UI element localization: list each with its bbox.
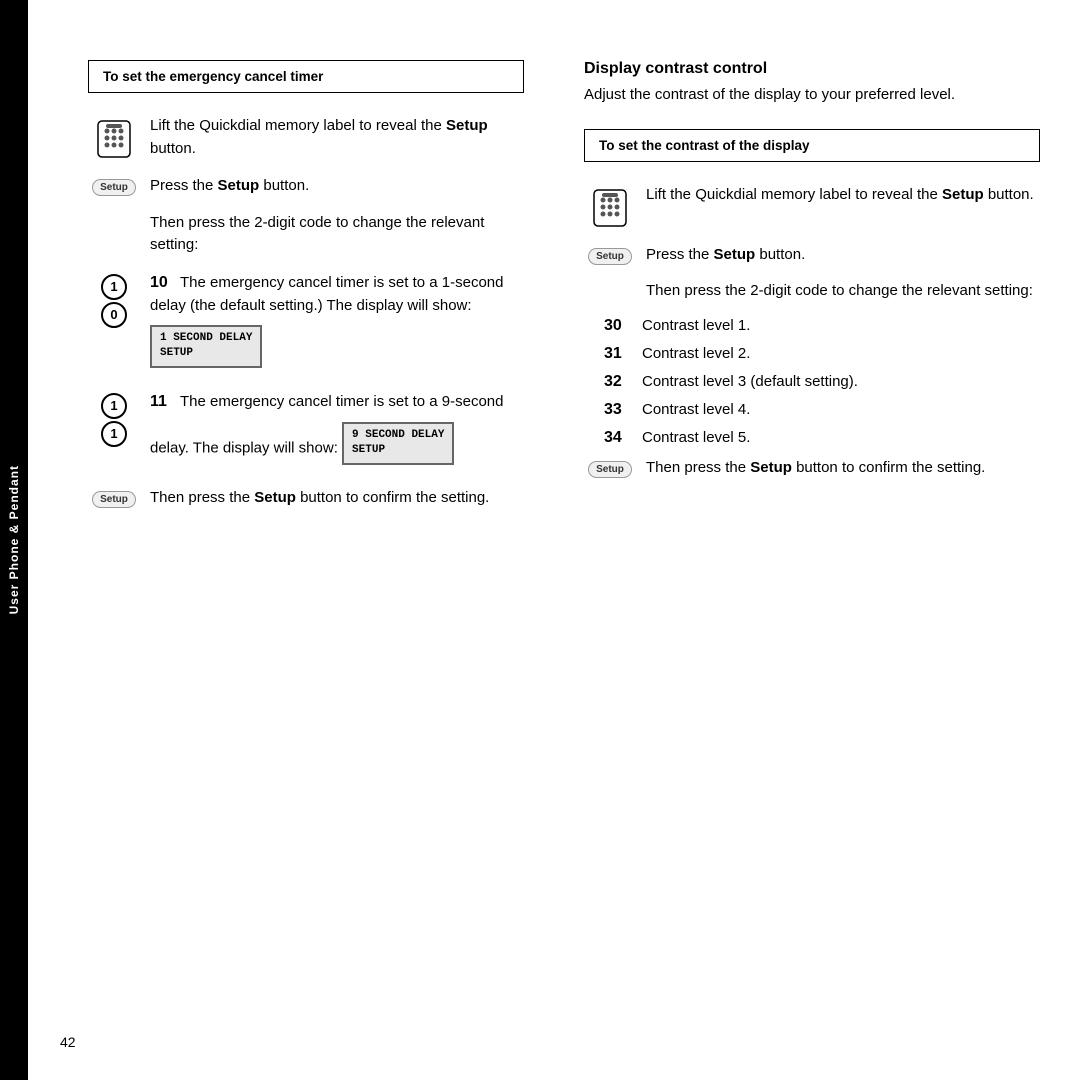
list-item: 34Contrast level 5. bbox=[584, 429, 1040, 447]
display-screen-1: 1 SECOND DELAYSETUP bbox=[150, 325, 262, 368]
icon-cell-empty bbox=[88, 212, 140, 214]
digit-1a: 1 bbox=[101, 393, 127, 419]
list-item: 31Contrast level 2. bbox=[584, 345, 1040, 363]
digit-1b: 1 bbox=[101, 421, 127, 447]
right-icon-cell-phone bbox=[584, 184, 636, 230]
sidebar-label: User Phone & Pendant bbox=[0, 0, 28, 1080]
right-step-confirm: Setup Then press the Setup button to con… bbox=[584, 457, 1040, 480]
right-intro-text: Adjust the contrast of the display to yo… bbox=[584, 84, 1040, 107]
right-quickdial-icon bbox=[588, 186, 632, 230]
digit-1: 1 bbox=[101, 274, 127, 300]
page-number: 42 bbox=[60, 1034, 76, 1050]
right-setup-button-icon: Setup bbox=[588, 248, 632, 265]
display-screen-2: 9 SECOND DELAYSETUP bbox=[342, 422, 454, 465]
step5-text: 11The emergency cancel timer is set to a… bbox=[150, 390, 524, 473]
right-step-row-3: Then press the 2-digit code to change th… bbox=[584, 280, 1040, 303]
setup-confirm-icon: Setup bbox=[92, 491, 136, 508]
icon-cell-setup: Setup bbox=[88, 175, 140, 196]
right-icon-cell-setup: Setup bbox=[584, 244, 636, 265]
icon-cell-setup-confirm: Setup bbox=[88, 487, 140, 508]
left-section-box: To set the emergency cancel timer bbox=[88, 60, 524, 93]
step-row-6: Setup Then press the Setup button to con… bbox=[88, 487, 524, 510]
right-step-row-2: Setup Press the Setup button. bbox=[584, 244, 1040, 267]
step-row-5: 1 1 11The emergency cancel timer is set … bbox=[88, 390, 524, 473]
right-confirm-text: Then press the Setup button to confirm t… bbox=[646, 457, 1040, 480]
left-column: To set the emergency cancel timer bbox=[28, 0, 554, 1080]
right-step2-text: Press the Setup button. bbox=[646, 244, 1040, 267]
step2-text: Press the Setup button. bbox=[150, 175, 524, 198]
step-row: Lift the Quickdial memory label to revea… bbox=[88, 115, 524, 161]
contrast-num-list: 30Contrast level 1. 31Contrast level 2. … bbox=[584, 317, 1040, 447]
list-item: 33Contrast level 4. bbox=[584, 401, 1040, 419]
right-step3-text: Then press the 2-digit code to change th… bbox=[646, 280, 1040, 303]
right-column: Display contrast control Adjust the cont… bbox=[554, 0, 1080, 1080]
icon-cell-digits-10: 1 0 bbox=[88, 271, 140, 329]
step-row-3: Then press the 2-digit code to change th… bbox=[88, 212, 524, 257]
right-section-title: Display contrast control bbox=[584, 60, 1040, 78]
step1-text: Lift the Quickdial memory label to revea… bbox=[150, 115, 524, 160]
setup-button-icon: Setup bbox=[92, 179, 136, 196]
list-item: 32Contrast level 3 (default setting). bbox=[584, 373, 1040, 391]
right-section-box: To set the contrast of the display bbox=[584, 129, 1040, 162]
icon-cell-digits-11: 1 1 bbox=[88, 390, 140, 448]
icon-cell-phone bbox=[88, 115, 140, 161]
digit-0: 0 bbox=[101, 302, 127, 328]
right-step-row-1: Lift the Quickdial memory label to revea… bbox=[584, 184, 1040, 230]
step3-text: Then press the 2-digit code to change th… bbox=[150, 212, 524, 257]
right-step1-text: Lift the Quickdial memory label to revea… bbox=[646, 184, 1040, 207]
step6-text: Then press the Setup button to confirm t… bbox=[150, 487, 524, 510]
right-setup-confirm-icon: Setup bbox=[588, 461, 632, 478]
step-row-4: 1 0 10The emergency cancel timer is set … bbox=[88, 271, 524, 376]
list-item: 30Contrast level 1. bbox=[584, 317, 1040, 335]
quickdial-icon bbox=[92, 117, 136, 161]
right-icon-cell-confirm: Setup bbox=[584, 457, 636, 478]
right-icon-cell-empty bbox=[584, 280, 636, 282]
step-row-2: Setup Press the Setup button. bbox=[88, 175, 524, 198]
step4-text: 10The emergency cancel timer is set to a… bbox=[150, 271, 524, 376]
